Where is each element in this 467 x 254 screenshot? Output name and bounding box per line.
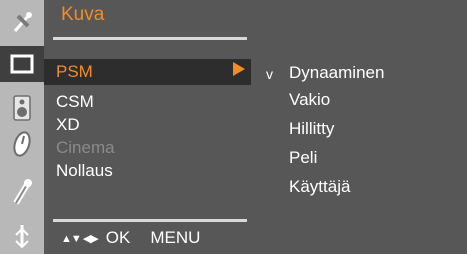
bottom-divider: [53, 219, 247, 222]
menu-item-nollaus[interactable]: Nollaus: [56, 160, 113, 182]
menu-icon-column: [0, 0, 48, 254]
menu-item-psm-label: PSM: [56, 62, 93, 81]
screen-icon[interactable]: [0, 46, 48, 82]
check-icon: v: [266, 66, 273, 82]
submenu-item-kayttaja[interactable]: Käyttäjä: [289, 176, 350, 198]
joystick-icon[interactable]: [0, 218, 44, 254]
menu-hint: MENU: [150, 228, 201, 247]
submenu-item-hillitty[interactable]: Hillitty: [289, 118, 334, 140]
menu-item-xd[interactable]: XD: [56, 114, 80, 136]
menu-item-cinema: Cinema: [56, 138, 115, 157]
menu-item-csm[interactable]: CSM: [56, 91, 94, 113]
submenu-item-dynaaminen[interactable]: Dynaaminen: [289, 62, 384, 84]
osd-menu: Kuva PSM CSM XD Cinema Nollaus ▲▼ ◀▶ OK …: [0, 0, 467, 254]
speaker-icon[interactable]: [0, 90, 44, 126]
main-menu-panel: Kuva PSM CSM XD Cinema Nollaus ▲▼ ◀▶ OK …: [44, 0, 251, 254]
arrow-right-icon: [233, 62, 245, 76]
wrench-icon[interactable]: [0, 174, 44, 210]
clock-icon[interactable]: [0, 126, 44, 162]
submenu-item-vakio[interactable]: Vakio: [289, 89, 330, 111]
footer-hints: ▲▼ ◀▶ OK MENU: [61, 228, 200, 248]
menu-title: Kuva: [61, 4, 105, 25]
submenu-panel: v Dynaaminen Vakio Hillitty Peli Käyttäj…: [251, 0, 467, 254]
menu-item-psm[interactable]: PSM: [44, 59, 251, 85]
submenu-item-peli[interactable]: Peli: [289, 147, 317, 169]
ok-hint: OK: [105, 228, 131, 247]
satellite-icon[interactable]: [0, 4, 44, 40]
top-divider: [53, 37, 247, 40]
navigation-arrows-icon: ▲▼ ◀▶: [61, 232, 99, 245]
